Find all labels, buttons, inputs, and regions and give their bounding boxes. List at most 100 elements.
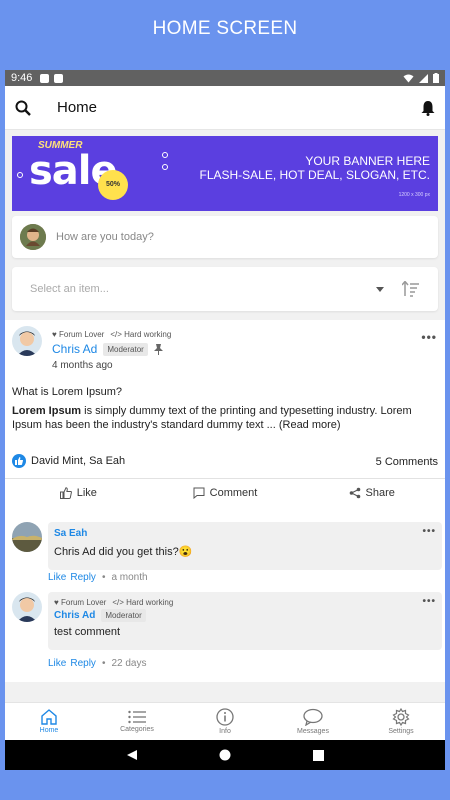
chat-icon [303,708,323,726]
promo-banner[interactable]: SUMMER sale 50% YOUR BANNER HERE FLASH-S… [12,136,438,211]
home-icon [41,709,57,725]
sd-card-icon [54,73,64,83]
comment-label: Comment [209,487,258,499]
like-reaction-icon [12,454,26,468]
comment-text: Chris Ad did you get this?😮 [54,546,193,558]
status-composer[interactable]: How are you today? [12,216,438,258]
sort-icon[interactable] [402,281,420,297]
comment-icon [193,487,205,499]
separator-dot: • [101,658,106,669]
status-time: 9:46 [11,72,33,84]
role-badge: Moderator [101,609,146,622]
recents-icon[interactable] [313,749,325,761]
banner-dot [162,164,168,170]
author-name[interactable]: Chris Ad [52,342,97,356]
tag-hard-working: </> Hard working [112,598,174,607]
commenter-avatar[interactable] [12,592,42,622]
comment-like-link[interactable]: Like [48,572,66,583]
like-label: Like [76,487,97,499]
banner-badge: 50% [98,170,128,200]
like-button[interactable]: Like [5,480,152,506]
divider [5,478,445,479]
separator-dot: • [101,572,106,583]
share-icon [349,487,360,499]
tag-forum-lover: ♥ Forum Lover [54,598,107,607]
banner-dot [162,152,168,158]
system-nav-bar [5,740,445,770]
bell-icon[interactable] [421,100,435,116]
thumbs-up-icon [59,487,72,499]
heart-icon: ♥ [54,598,59,607]
avatar [20,224,46,250]
tag-hard-working: </> Hard working [110,330,172,339]
nav-info[interactable]: Info [181,703,269,740]
bottom-nav: Home Categories Info Messages Settings [5,702,445,740]
share-label: Share [365,487,395,499]
page-title: Home [57,99,98,116]
wifi-icon [403,74,414,82]
info-icon [216,708,234,726]
post-header: ♥ Forum Lover </> Hard working Chris Ad … [12,326,171,371]
comment-bubble: Sa Eah Chris Ad did you get this?😮 ••• [48,522,442,570]
chevron-down-icon[interactable] [376,286,384,292]
author-row: Chris Ad Moderator [52,342,171,356]
post-actions: Like Comment Share [5,480,445,506]
home-button-icon[interactable] [219,749,231,761]
comment-item: ♥ Forum Lover </> Hard working Chris Ad … [12,592,442,650]
pin-icon [153,343,163,355]
comments-count[interactable]: 5 Comments [376,456,438,468]
nav-messages[interactable]: Messages [269,703,357,740]
heart-icon: ♥ [52,330,57,339]
author-tags: ♥ Forum Lover </> Hard working [54,598,436,607]
post-meta: ♥ Forum Lover </> Hard working Chris Ad … [52,326,171,371]
comment-bubble: ♥ Forum Lover </> Hard working Chris Ad … [48,592,442,650]
post-title: What is Lorem Ipsum? [12,386,123,398]
search-icon[interactable] [15,100,31,116]
comment-time: 22 days [111,658,147,669]
banner-dot [17,172,23,178]
read-more-link[interactable]: (Read more) [279,419,341,431]
banner-dimensions: 1200 x 300 px [398,192,430,198]
author-row: Chris Ad Moderator [54,609,436,622]
comment-author[interactable]: Sa Eah [54,528,436,539]
banner-subline: FLASH-SALE, HOT DEAL, SLOGAN, ETC. [199,168,430,182]
feed-spacer [5,682,445,702]
code-icon: </> [112,598,124,607]
nav-settings-label: Settings [388,728,414,735]
nav-settings[interactable]: Settings [357,703,445,740]
comment-actions: Like Reply • a month [48,572,148,583]
more-options-icon[interactable]: ••• [422,596,436,607]
comment-reply-link[interactable]: Reply [70,658,96,669]
likers-text: David Mint, Sa Eah [31,455,126,467]
nav-info-label: Info [219,728,231,735]
nav-home[interactable]: Home [5,703,93,740]
comment-text: test comment [54,626,121,638]
comment-time: a month [111,572,148,583]
post-time: 4 months ago [52,360,113,371]
screen-caption: HOME SCREEN [152,18,298,39]
comment-item: Sa Eah Chris Ad did you get this?😮 ••• [12,522,442,570]
more-options-icon[interactable]: ••• [421,330,437,344]
item-select[interactable]: Select an item... [12,267,438,311]
commenter-avatar[interactable] [12,522,42,552]
reaction-summary[interactable]: David Mint, Sa Eah [12,454,125,468]
comment-like-link[interactable]: Like [48,658,66,669]
code-icon: </> [110,330,122,339]
comment-actions: Like Reply • 22 days [48,658,146,669]
phone-frame: 9:46 Home SUMMER sale 50% YOUR BANNER HE… [5,70,445,770]
tag-forum-lover: ♥ Forum Lover [52,330,105,339]
status-input[interactable]: How are you today? [56,231,154,243]
post-body: Lorem Ipsum is simply dummy text of the … [12,404,432,432]
status-bar: 9:46 [5,70,445,86]
comment-reply-link[interactable]: Reply [70,572,96,583]
banner-headline: YOUR BANNER HERE [305,154,430,168]
nav-categories[interactable]: Categories [93,703,181,740]
comment-button[interactable]: Comment [152,480,299,506]
comment-author[interactable]: Chris Ad [54,610,95,621]
more-options-icon[interactable]: ••• [422,526,436,537]
nav-categories-label: Categories [120,726,154,733]
author-avatar[interactable] [12,326,42,356]
nav-home-label: Home [39,727,59,734]
back-icon[interactable] [126,749,138,761]
share-button[interactable]: Share [298,480,445,506]
